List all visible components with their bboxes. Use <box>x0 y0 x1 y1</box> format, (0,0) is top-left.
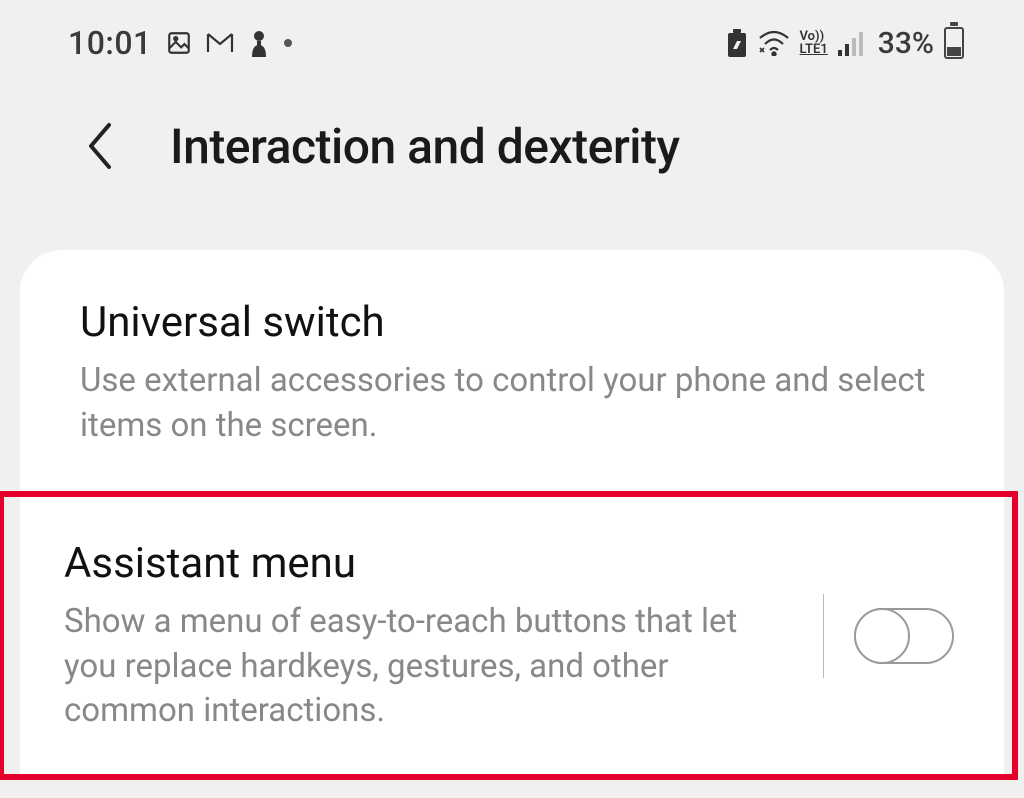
setting-description: Use external accessories to control your… <box>80 359 944 448</box>
setting-assistant-menu[interactable]: Assistant menu Show a menu of easy-to-re… <box>20 493 1004 780</box>
battery-icon <box>944 27 964 59</box>
more-dot-icon <box>284 39 292 47</box>
lte-line2: LTE1 <box>800 43 828 56</box>
assistant-menu-toggle[interactable] <box>854 608 954 664</box>
setting-description: Show a menu of easy-to-reach buttons tha… <box>64 600 793 734</box>
setting-title: Universal switch <box>80 298 944 347</box>
person-icon <box>248 29 270 57</box>
battery-percentage: 33% <box>878 26 934 61</box>
battery-saver-icon <box>726 29 748 57</box>
gmail-icon <box>206 32 234 54</box>
chevron-left-icon <box>85 121 115 171</box>
setting-universal-switch[interactable]: Universal switch Use external accessorie… <box>20 254 1004 492</box>
back-button[interactable] <box>78 116 122 176</box>
page-title: Interaction and dexterity <box>170 118 680 175</box>
lte-indicator: Vo)) LTE1 <box>800 30 828 56</box>
setting-text: Assistant menu Show a menu of easy-to-re… <box>64 539 813 734</box>
status-left: 10:01 <box>68 24 292 62</box>
status-right: Vo)) LTE1 33% <box>726 26 964 61</box>
vertical-separator <box>823 594 825 678</box>
status-bar: 10:01 <box>0 0 1024 72</box>
wifi-icon <box>758 30 790 56</box>
signal-icon <box>838 30 868 56</box>
toggle-knob <box>854 608 910 664</box>
setting-title: Assistant menu <box>64 539 793 588</box>
settings-card: Universal switch Use external accessorie… <box>20 250 1004 780</box>
clock-time: 10:01 <box>68 24 152 62</box>
image-icon <box>166 30 192 56</box>
page-header: Interaction and dexterity <box>0 72 1024 250</box>
